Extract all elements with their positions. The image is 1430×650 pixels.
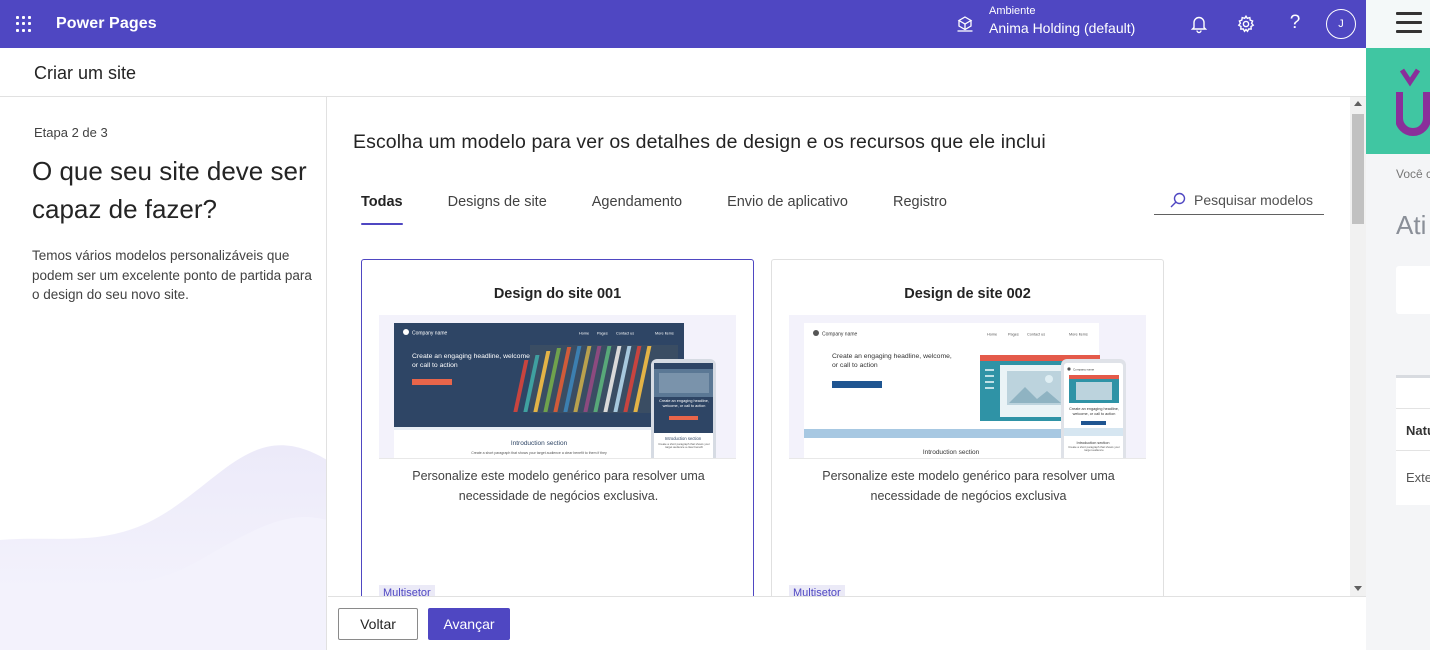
decorative-wave [0,445,326,650]
page-title: Criar um site [34,63,137,83]
industry-badge: Multisetor [379,585,435,596]
thumb-mobile-headline: Create an engaging headline, welcome, or… [659,399,709,408]
thumb-company: Company name [412,331,448,337]
thumb-nav-more: More items [1069,333,1088,337]
wizard-footer: Voltar Avançar [328,596,1366,650]
main-heading: Escolha um modelo para ver os detalhes d… [353,131,1046,153]
top-bar: Power Pages Ambiente Anima Holding (defa… [0,0,1366,48]
thumb-intro-title: Introduction section [511,440,568,447]
background-app-topbar [1366,0,1430,48]
thumb-headline: Create an engaging headline, welcome, or… [832,353,952,369]
main-scrollbar[interactable] [1350,97,1366,596]
tab-designs-de-site[interactable]: Designs de site [440,193,555,225]
thumb-headline: Create an engaging headline, welcome, or… [412,353,532,369]
thumb-intro-text: Create a short paragraph that shows your… [471,451,607,455]
app-title[interactable]: Power Pages [56,15,157,33]
thumb-nav-contact: Contact us [1027,333,1045,337]
main-content: Escolha um modelo para ver os detalhes d… [328,97,1350,596]
thumb-nav-pages: Pages [597,332,608,336]
background-app-window: Você c Ati Natu Exte [1366,0,1430,650]
template-card-002[interactable]: Design de site 002 Company name Home Pag… [771,259,1164,596]
tab-todas[interactable]: Todas [353,193,411,225]
gear-icon[interactable] [1236,14,1256,34]
background-app-text: Você c [1396,167,1430,181]
search-icon [1170,192,1186,208]
background-app-heading: Ati [1396,210,1427,240]
thumb-company: Company name [822,332,858,338]
scrollbar-thumb[interactable] [1352,114,1364,224]
left-panel: Etapa 2 de 3 O que seu site deve ser cap… [0,97,327,650]
step-heading: O que seu site deve ser capaz de fazer? [32,156,307,224]
environment-value[interactable]: Anima Holding (default) [989,20,1135,36]
tab-agendamento[interactable]: Agendamento [584,193,690,225]
help-icon[interactable]: ? [1285,12,1305,33]
table-divider [1396,450,1430,451]
table-cell: Exte [1406,470,1430,485]
hamburger-menu-icon[interactable] [1396,12,1422,34]
thumb-mobile-headline: Create an engaging headline, welcome, or… [1069,407,1119,416]
background-app-banner [1366,48,1430,154]
table-header-cell: Natu [1406,423,1430,438]
industry-badge: Multisetor [789,585,845,596]
thumb-mobile-text: Create a short paragraph that shows your… [658,443,710,450]
thumb-mobile-intro: Introduction section [1077,441,1110,445]
tab-envio-de-aplicativo[interactable]: Envio de aplicativo [719,193,856,225]
search-placeholder: Pesquisar modelos [1194,192,1314,208]
thumb-nav-more: More items [655,332,674,336]
avatar[interactable]: J [1326,9,1356,39]
thumb-mobile-text: Create a short paragraph that shows your… [1068,446,1120,453]
search-input[interactable]: Pesquisar modelos [1154,186,1324,215]
template-card-001[interactable]: Design do site 001 Company name Home Pag… [361,259,754,596]
waffle-icon[interactable] [16,16,32,32]
card-description: Personalize este modelo genérico para re… [412,469,705,503]
tab-registro[interactable]: Registro [885,193,955,225]
card-title: Design de site 002 [904,286,1031,302]
background-app-table: Natu Exte [1396,375,1430,505]
thumbnail-image: Company name Home Pages Contact us More … [804,323,1126,458]
thumb-nav-home: Home [987,333,997,337]
category-tabs: Todas Designs de site Agendamento Envio … [353,193,984,225]
card-title: Design do site 001 [493,286,622,302]
thumb-nav-pages: Pages [1008,333,1019,337]
table-divider [1396,408,1430,409]
template-thumbnail: Company name Home Pages Contact us More … [379,315,736,459]
step-indicator: Etapa 2 de 3 [34,125,108,140]
thumb-intro-title: Introduction section [923,449,980,456]
card-description: Personalize este modelo genérico para re… [822,469,1115,503]
bell-icon[interactable] [1189,14,1209,34]
scroll-down-icon[interactable] [1354,586,1362,591]
environment-icon [957,16,973,32]
page-header: Criar um site [0,48,1366,97]
thumb-nav-home: Home [579,332,589,336]
back-button[interactable]: Voltar [338,608,418,640]
next-button[interactable]: Avançar [428,608,510,640]
thumb-mobile-intro: Introduction section [665,436,702,441]
environment-label: Ambiente [989,5,1036,17]
thumb-mobile-company: Company name [1073,368,1095,372]
brand-logo-icon [1396,68,1430,136]
thumb-nav-contact: Contact us [616,332,634,336]
template-thumbnail: Company name Home Pages Contact us More … [789,315,1146,459]
background-app-card [1396,266,1430,314]
scroll-up-icon[interactable] [1354,101,1362,106]
thumbnail-image: Company name Home Pages Contact us More … [394,323,716,458]
step-description: Temos vários modelos personalizáveis que… [32,248,312,302]
